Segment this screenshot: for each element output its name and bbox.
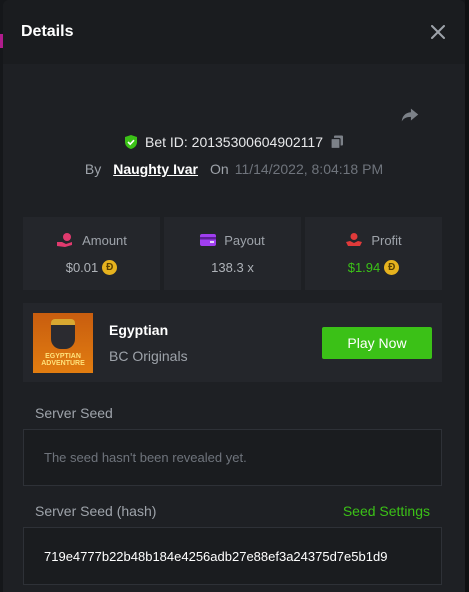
coin-icon: Đ: [102, 260, 118, 275]
stat-profit: Profit $1.94 Đ: [305, 217, 442, 290]
stat-payout-label: Payout: [224, 232, 265, 248]
stat-amount-value: $0.01: [65, 260, 99, 275]
stat-profit-value: $1.94: [347, 260, 381, 275]
coin-icon: Đ: [384, 260, 400, 275]
pharaoh-icon: [51, 318, 75, 349]
backdrop-edge: [465, 0, 469, 592]
bet-details-dialog: Details Bet ID: 20135300604902117 By Nau…: [3, 0, 465, 592]
hand-coin-icon: [345, 232, 363, 248]
stat-amount-header: Amount: [56, 232, 127, 248]
server-seed-label: Server Seed: [35, 405, 113, 421]
close-icon[interactable]: [429, 23, 447, 41]
game-card: EGYPTIAN ADVENTURE Egyptian BC Originals…: [23, 303, 442, 382]
game-thumbnail[interactable]: EGYPTIAN ADVENTURE: [33, 312, 93, 373]
game-provider: BC Originals: [109, 347, 188, 364]
server-seed-field: The seed hasn't been revealed yet.: [23, 429, 442, 486]
dialog-header: Details: [3, 0, 465, 64]
stat-payout-value: 138.3 x: [211, 259, 254, 275]
bet-meta-row: By Naughty Ivar On 11/14/2022, 8:04:18 P…: [3, 161, 465, 177]
copy-icon[interactable]: [329, 134, 345, 150]
stat-payout-header: Payout: [200, 232, 265, 248]
money-hand-icon: [56, 232, 74, 248]
stat-payout: Payout 138.3 x: [164, 217, 301, 290]
user-link[interactable]: Naughty Ivar: [113, 161, 198, 177]
bet-id: Bet ID: 20135300604902117: [144, 134, 323, 150]
play-now-button[interactable]: Play Now: [322, 326, 432, 359]
shield-check-icon: [123, 134, 139, 150]
stat-amount-value-row: $0.01 Đ: [66, 260, 118, 275]
stat-payout-value-row: 138.3 x: [211, 260, 254, 275]
game-info: Egyptian BC Originals: [109, 322, 322, 364]
dialog-title: Details: [21, 23, 74, 40]
server-seed-hash-label: Server Seed (hash): [35, 503, 157, 519]
stat-amount-label: Amount: [82, 232, 127, 248]
seed-settings-link[interactable]: Seed Settings: [343, 503, 430, 519]
server-seed-hash-field[interactable]: 719e4777b22b48b184e4256adb27e88ef3a24375…: [23, 527, 442, 585]
game-logo-text: EGYPTIAN ADVENTURE: [41, 352, 85, 367]
stat-amount: Amount $0.01 Đ: [23, 217, 160, 290]
by-label: By: [84, 161, 102, 177]
bet-id-row: Bet ID: 20135300604902117: [3, 134, 465, 150]
wallet-icon: [200, 233, 217, 247]
bet-date: 11/14/2022, 8:04:18 PM: [234, 161, 384, 177]
share-icon[interactable]: [399, 104, 421, 126]
stat-profit-header: Profit: [345, 232, 402, 248]
game-name: Egyptian: [109, 321, 169, 338]
on-label: On: [210, 161, 229, 177]
bet-stats: Amount $0.01 Đ Payout 138.3 x Profit $1.…: [23, 217, 442, 290]
stat-profit-label: Profit: [371, 232, 402, 248]
stat-profit-value-row: $1.94 Đ: [348, 260, 400, 275]
